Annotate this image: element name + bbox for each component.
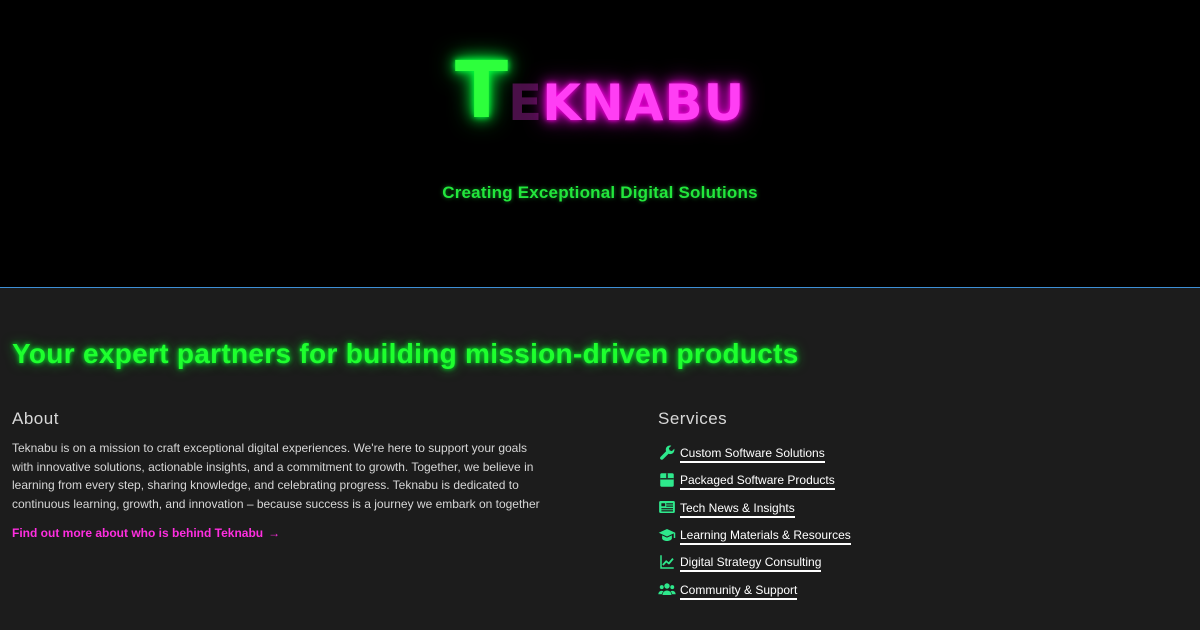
service-link-tech-news[interactable]: Tech News & Insights [680,501,795,518]
logo-rest-letters: KNABU [542,74,746,132]
logo-second-letter: E [508,74,543,132]
about-text: Teknabu is on a mission to craft excepti… [12,441,540,511]
service-item: Community & Support [658,575,1058,602]
about-more-link[interactable]: Find out more about who is behind Teknab… [12,526,280,540]
services-section: Services Custom Software Solutions Packa… [658,409,1058,603]
about-more-link-label: Find out more about who is behind Teknab… [12,526,264,540]
service-link-learning-materials[interactable]: Learning Materials & Resources [680,528,851,546]
services-list: Custom Software Solutions Packaged Softw… [658,439,1058,603]
services-title: Services [658,409,728,428]
arrow-right-icon: → [268,526,281,540]
about-section: About Teknabu is on a mission to craft e… [12,409,542,542]
service-link-custom-software[interactable]: Custom Software Solutions [680,446,825,464]
users-icon [658,580,676,598]
graduation-cap-icon [658,526,676,544]
newspaper-icon [658,498,676,516]
tagline: Creating Exceptional Digital Solutions [442,183,758,202]
chart-line-icon [658,553,676,571]
service-item: Tech News & Insights [658,494,1058,521]
service-item: Packaged Software Products [658,466,1058,493]
wrench-icon [658,444,676,462]
service-link-packaged-software[interactable]: Packaged Software Products [680,473,835,491]
service-item: Custom Software Solutions [658,439,1058,466]
teknabu-logo[interactable]: TEKNABU [0,52,1200,130]
page-headline: Your expert partners for building missio… [12,338,799,369]
service-link-community-support[interactable]: Community & Support [680,583,798,600]
hero-banner: TEKNABU Creating Exceptional Digital Sol… [0,0,1200,288]
service-link-digital-strategy[interactable]: Digital Strategy Consulting [680,555,822,573]
about-title: About [12,409,59,428]
service-item: Digital Strategy Consulting [658,548,1058,575]
service-item: Learning Materials & Resources [658,521,1058,548]
package-icon [658,471,676,489]
logo-first-letter: T [454,46,509,136]
